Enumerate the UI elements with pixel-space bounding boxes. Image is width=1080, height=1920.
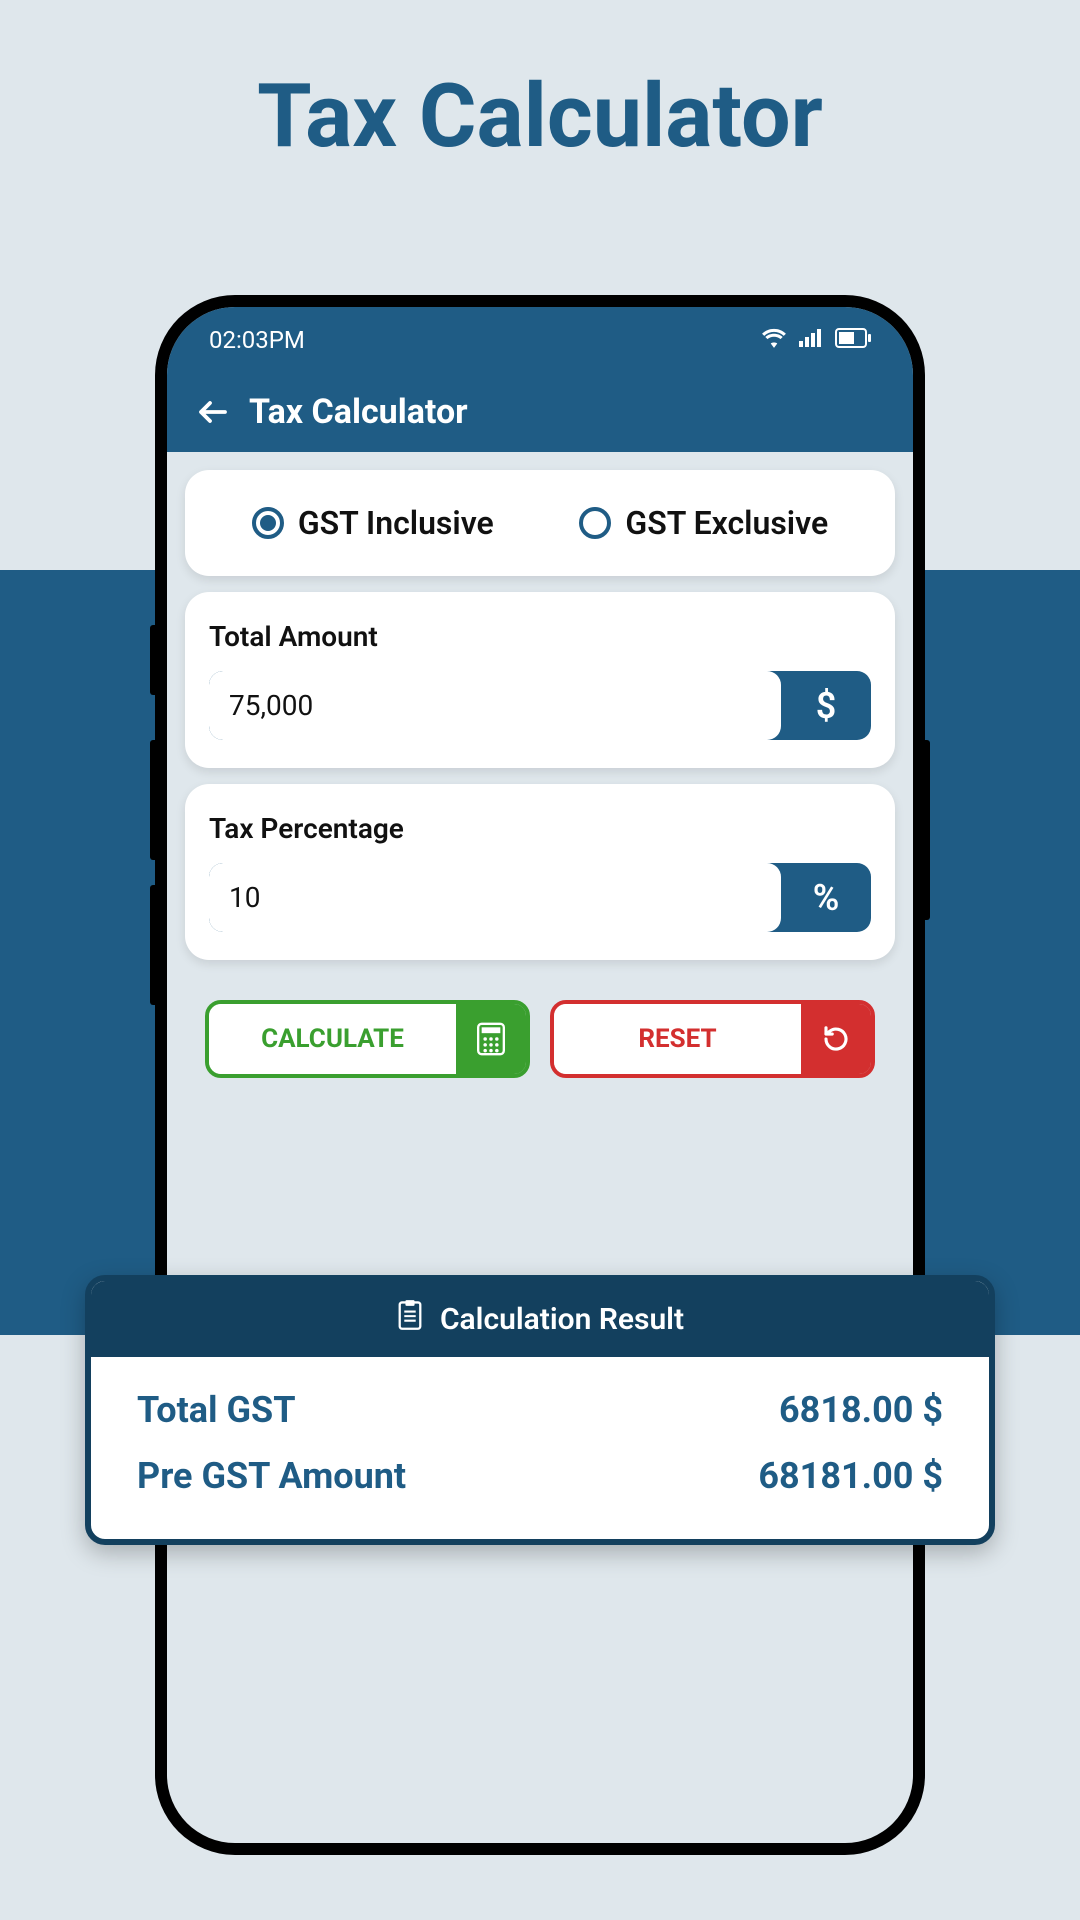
app-header: Tax Calculator (167, 372, 913, 452)
dollar-icon: $ (781, 671, 871, 740)
result-label: Total GST (137, 1389, 296, 1431)
status-bar: 02:03PM (167, 307, 913, 372)
phone-side-button (150, 625, 156, 695)
radio-icon (252, 507, 284, 539)
amount-input[interactable] (209, 671, 781, 740)
result-card: Calculation Result Total GST 6818.00 $ P… (85, 1275, 995, 1545)
result-label: Pre GST Amount (137, 1455, 406, 1497)
phone-side-button (150, 740, 156, 860)
amount-input-row: $ (209, 671, 871, 740)
calculate-label: CALCULATE (209, 1004, 456, 1074)
radio-label: GST Inclusive (298, 504, 494, 542)
phone-frame: 02:03PM Tax Calculator G (155, 295, 925, 1855)
radio-gst-inclusive[interactable]: GST Inclusive (252, 504, 494, 542)
phone-side-button (150, 885, 156, 1005)
reset-label: RESET (554, 1004, 801, 1074)
clipboard-icon (396, 1299, 424, 1339)
percent-icon: % (781, 863, 871, 932)
radio-gst-exclusive[interactable]: GST Exclusive (579, 504, 828, 542)
phone-screen: 02:03PM Tax Calculator G (167, 307, 913, 1843)
radio-label: GST Exclusive (625, 504, 828, 542)
reset-button[interactable]: RESET (550, 1000, 875, 1078)
signal-icon (799, 326, 823, 354)
back-icon[interactable] (195, 394, 231, 430)
calculator-icon (456, 1004, 526, 1074)
percentage-card: Tax Percentage % (185, 784, 895, 960)
result-value: 68181.00 $ (758, 1455, 943, 1497)
radio-icon (579, 507, 611, 539)
wifi-icon (761, 326, 787, 354)
calculate-button[interactable]: CALCULATE (205, 1000, 530, 1078)
percentage-input[interactable] (209, 863, 781, 932)
reset-icon (801, 1004, 871, 1074)
amount-label: Total Amount (209, 620, 871, 653)
phone-side-button (924, 740, 930, 920)
result-value: 6818.00 $ (779, 1389, 943, 1431)
percentage-label: Tax Percentage (209, 812, 871, 845)
result-title: Calculation Result (440, 1302, 684, 1337)
percentage-input-row: % (209, 863, 871, 932)
result-row-total-gst: Total GST 6818.00 $ (137, 1377, 943, 1443)
battery-icon (835, 326, 871, 354)
mode-selector-card: GST Inclusive GST Exclusive (185, 470, 895, 576)
status-time: 02:03PM (209, 326, 305, 354)
app-title: Tax Calculator (249, 392, 468, 432)
action-buttons: CALCULATE RESET (167, 1000, 913, 1078)
page-title: Tax Calculator (0, 65, 1080, 168)
result-body: Total GST 6818.00 $ Pre GST Amount 68181… (91, 1357, 989, 1539)
result-header: Calculation Result (91, 1281, 989, 1357)
amount-card: Total Amount $ (185, 592, 895, 768)
result-row-pre-gst: Pre GST Amount 68181.00 $ (137, 1443, 943, 1509)
